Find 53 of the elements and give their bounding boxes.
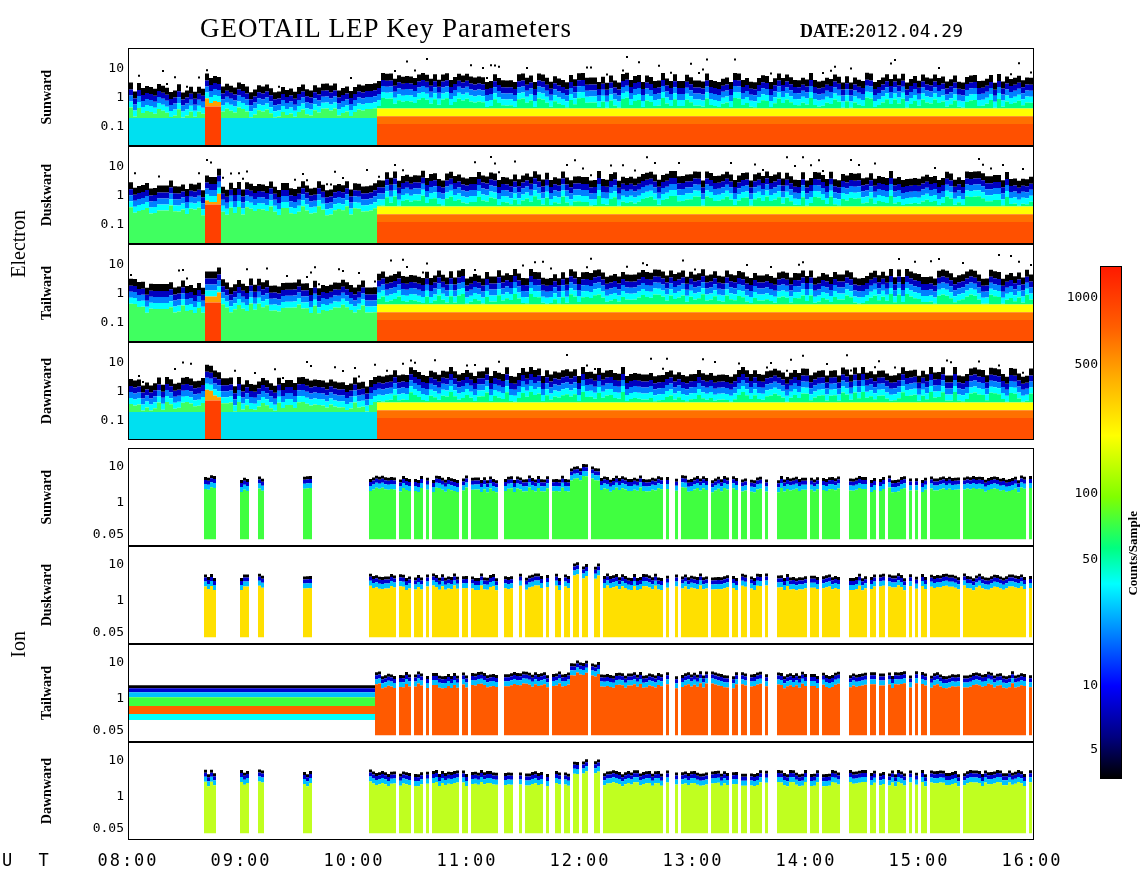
axis-tick-label: 13:00 xyxy=(662,850,724,870)
axis-tick-label: 10 xyxy=(108,256,124,271)
panel-label: Duskward xyxy=(39,563,55,627)
axis-tick-label: 10 xyxy=(108,354,124,369)
axis-tick-label: 08:00 xyxy=(97,850,159,870)
axis-tick-label: 12:00 xyxy=(549,850,611,870)
colorbar-tick-label: 1000 xyxy=(1066,290,1098,304)
axis-tick-label: 10 xyxy=(108,752,124,767)
panel-label: Sunward xyxy=(39,469,55,525)
axis-tick-label: 15:00 xyxy=(888,850,950,870)
axis-tick-label: 1 xyxy=(116,592,124,607)
colorbar-tick-label: 100 xyxy=(1074,486,1098,500)
colorbar-tick-label: 10 xyxy=(1082,678,1098,692)
axis-tick-label: 0.05 xyxy=(92,527,124,542)
colorbar-tick-label: 50 xyxy=(1082,552,1098,566)
date-text: DATE:2012.04.29 xyxy=(800,20,964,43)
axis-tick-label: 10:00 xyxy=(323,850,385,870)
group-label: Electron xyxy=(6,210,30,278)
panel-label: Dawnward xyxy=(39,357,55,425)
axis-tick-label: 1 xyxy=(116,188,124,202)
axis-tick-label: 0.1 xyxy=(100,413,124,428)
axis-tick-label: 1 xyxy=(116,384,124,398)
axis-tick-label: 0.1 xyxy=(100,119,124,134)
axis-tick-label: 0.1 xyxy=(100,217,124,232)
axis-tick-label: 0.05 xyxy=(92,625,124,640)
panel-label: Sunward xyxy=(39,69,55,125)
axis-tick-label: 1 xyxy=(116,690,124,705)
axis-tick-label: 10 xyxy=(108,556,124,571)
axis-tick-label: 14:00 xyxy=(775,850,837,870)
axis-tick-label: 10 xyxy=(108,158,124,173)
group-label: Ion xyxy=(6,630,30,658)
colorbar-label: Counts/Sample xyxy=(1125,510,1141,596)
axis-tick-label: 10 xyxy=(108,60,124,75)
axis-tick-label: 16:00 xyxy=(1001,850,1063,870)
axis-tick-label: 1 xyxy=(116,90,124,104)
colorbar-tick-label: 5 xyxy=(1090,742,1098,756)
axis-tick-label: 11:00 xyxy=(436,850,498,870)
axis-label: U T xyxy=(2,850,58,870)
axis-tick-label: 1 xyxy=(116,494,124,509)
colorbar-tick-label: 500 xyxy=(1074,357,1098,371)
axis-tick-label: 1 xyxy=(116,788,124,803)
panel-label: Duskward xyxy=(39,163,55,227)
panel-label: Tailward xyxy=(39,266,55,320)
axis-tick-label: 10 xyxy=(108,458,124,473)
axis-tick-label: 0.05 xyxy=(92,723,124,738)
panel-label: Dawnward xyxy=(39,757,55,825)
axis-tick-label: 1 xyxy=(116,286,124,300)
axis-tick-label: 0.1 xyxy=(100,315,124,330)
axis-tick-label: 0.05 xyxy=(92,821,124,836)
axis-tick-label: 10 xyxy=(108,654,124,669)
chart-title: GEOTAIL LEP Key Parameters xyxy=(200,13,573,44)
panel-label: Tailward xyxy=(39,666,55,720)
axis-tick-label: 09:00 xyxy=(210,850,272,870)
